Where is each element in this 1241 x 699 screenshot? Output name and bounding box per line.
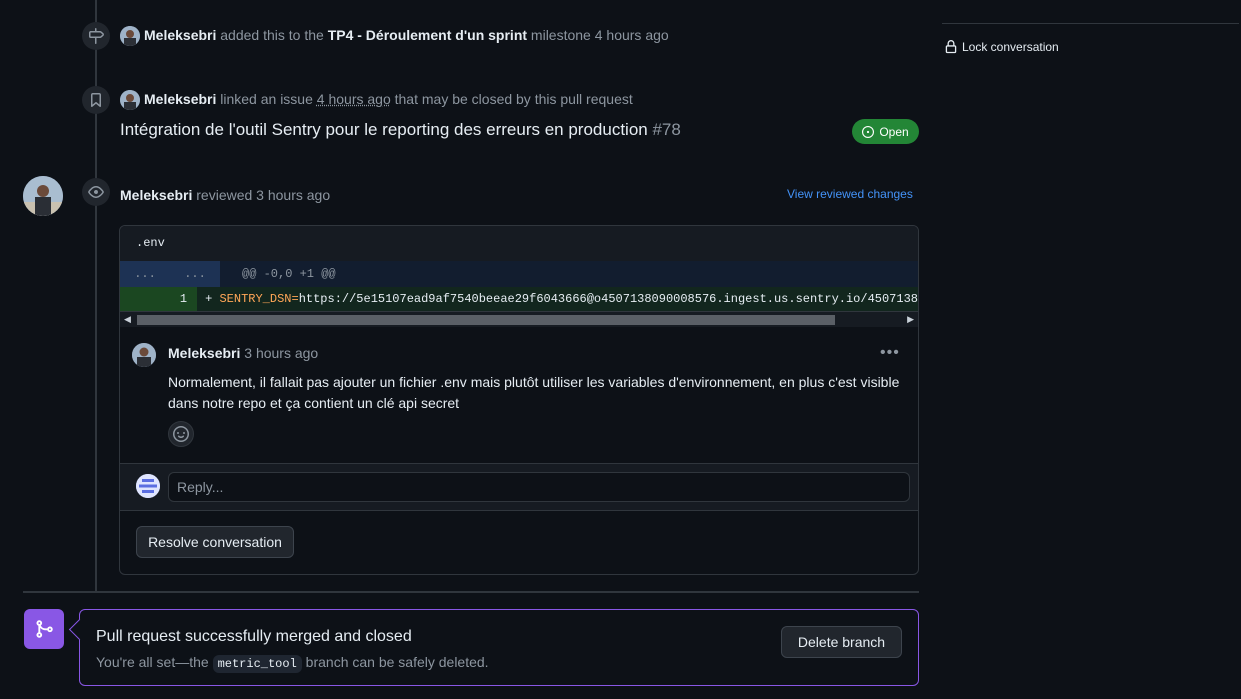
event-author[interactable]: Meleksebri <box>144 27 216 43</box>
cross-reference-icon <box>82 86 110 114</box>
scroll-left-icon[interactable]: ◀ <box>124 314 131 325</box>
eye-icon <box>82 178 110 206</box>
view-reviewed-changes-link[interactable]: View reviewed changes <box>787 187 913 201</box>
event-author[interactable]: Meleksebri <box>144 91 216 107</box>
milestone-link[interactable]: TP4 - Déroulement d'un sprint <box>328 27 527 43</box>
scroll-right-icon[interactable]: ▶ <box>907 314 914 325</box>
review-event-text: Meleksebri reviewed 3 hours ago <box>120 187 331 203</box>
comment-author[interactable]: Meleksebri <box>168 345 240 361</box>
line-number[interactable]: 1 <box>120 287 198 311</box>
scrollbar-thumb[interactable] <box>137 315 835 325</box>
kebab-menu-icon[interactable]: ••• <box>880 344 900 362</box>
event-time-link[interactable]: 4 hours ago <box>317 91 391 107</box>
milestone-event-text: Meleksebri added this to the TP4 - Dérou… <box>144 27 669 43</box>
timeline-separator <box>23 591 919 593</box>
git-merge-icon <box>24 609 64 649</box>
delete-branch-button[interactable]: Delete branch <box>781 626 902 658</box>
milestone-icon <box>82 22 110 50</box>
diff-code-line: + SENTRY_DSN=https://5e15107ead9af7540be… <box>205 292 918 306</box>
issue-number[interactable]: #78 <box>652 120 680 139</box>
diff-added-row: 1 + SENTRY_DSN=https://5e15107ead9af7540… <box>120 287 918 311</box>
linked-issue-title[interactable]: Intégration de l'outil Sentry pour le re… <box>120 120 681 140</box>
sidebar-divider <box>942 23 1239 24</box>
merge-status-box: Pull request successfully merged and clo… <box>79 609 919 686</box>
issue-opened-icon <box>862 125 875 138</box>
current-user-avatar[interactable] <box>136 474 160 498</box>
event-author[interactable]: Meleksebri <box>120 187 192 203</box>
smiley-icon[interactable] <box>168 421 194 447</box>
comment-time[interactable]: 3 hours ago <box>244 345 318 361</box>
merge-subtitle: You're all set—the metric_tool branch ca… <box>96 654 489 673</box>
merge-title: Pull request successfully merged and clo… <box>96 628 412 645</box>
avatar[interactable] <box>120 90 140 110</box>
resolve-conversation-button[interactable]: Resolve conversation <box>136 526 294 558</box>
comment-avatar[interactable] <box>132 343 156 367</box>
hunk-header: @@ -0,0 +1 @@ <box>242 267 336 281</box>
link-event-text: Meleksebri linked an issue 4 hours ago t… <box>144 91 633 107</box>
issue-state-badge: Open <box>852 119 919 144</box>
horizontal-scrollbar[interactable]: ◀ ▶ <box>120 311 918 327</box>
expand-right[interactable]: ... <box>170 267 220 281</box>
expand-left[interactable]: ... <box>120 267 170 281</box>
diff-hunk-row: ... ... @@ -0,0 +1 @@ <box>120 261 918 287</box>
avatar[interactable] <box>120 26 140 46</box>
comment-body: Normalement, il fallait pas ajouter un f… <box>168 374 900 411</box>
lock-conversation-link[interactable]: Lock conversation <box>944 40 1059 54</box>
lock-icon <box>945 40 957 54</box>
reply-area <box>120 463 918 511</box>
branch-name: metric_tool <box>212 655 302 673</box>
review-thread: .env ... ... @@ -0,0 +1 @@ 1 + SENTRY_DS… <box>119 225 919 575</box>
comment-header: Meleksebri 3 hours ago <box>168 345 318 361</box>
reply-input[interactable] <box>168 472 910 502</box>
file-name[interactable]: .env <box>120 226 918 261</box>
reviewer-avatar[interactable] <box>23 176 63 216</box>
